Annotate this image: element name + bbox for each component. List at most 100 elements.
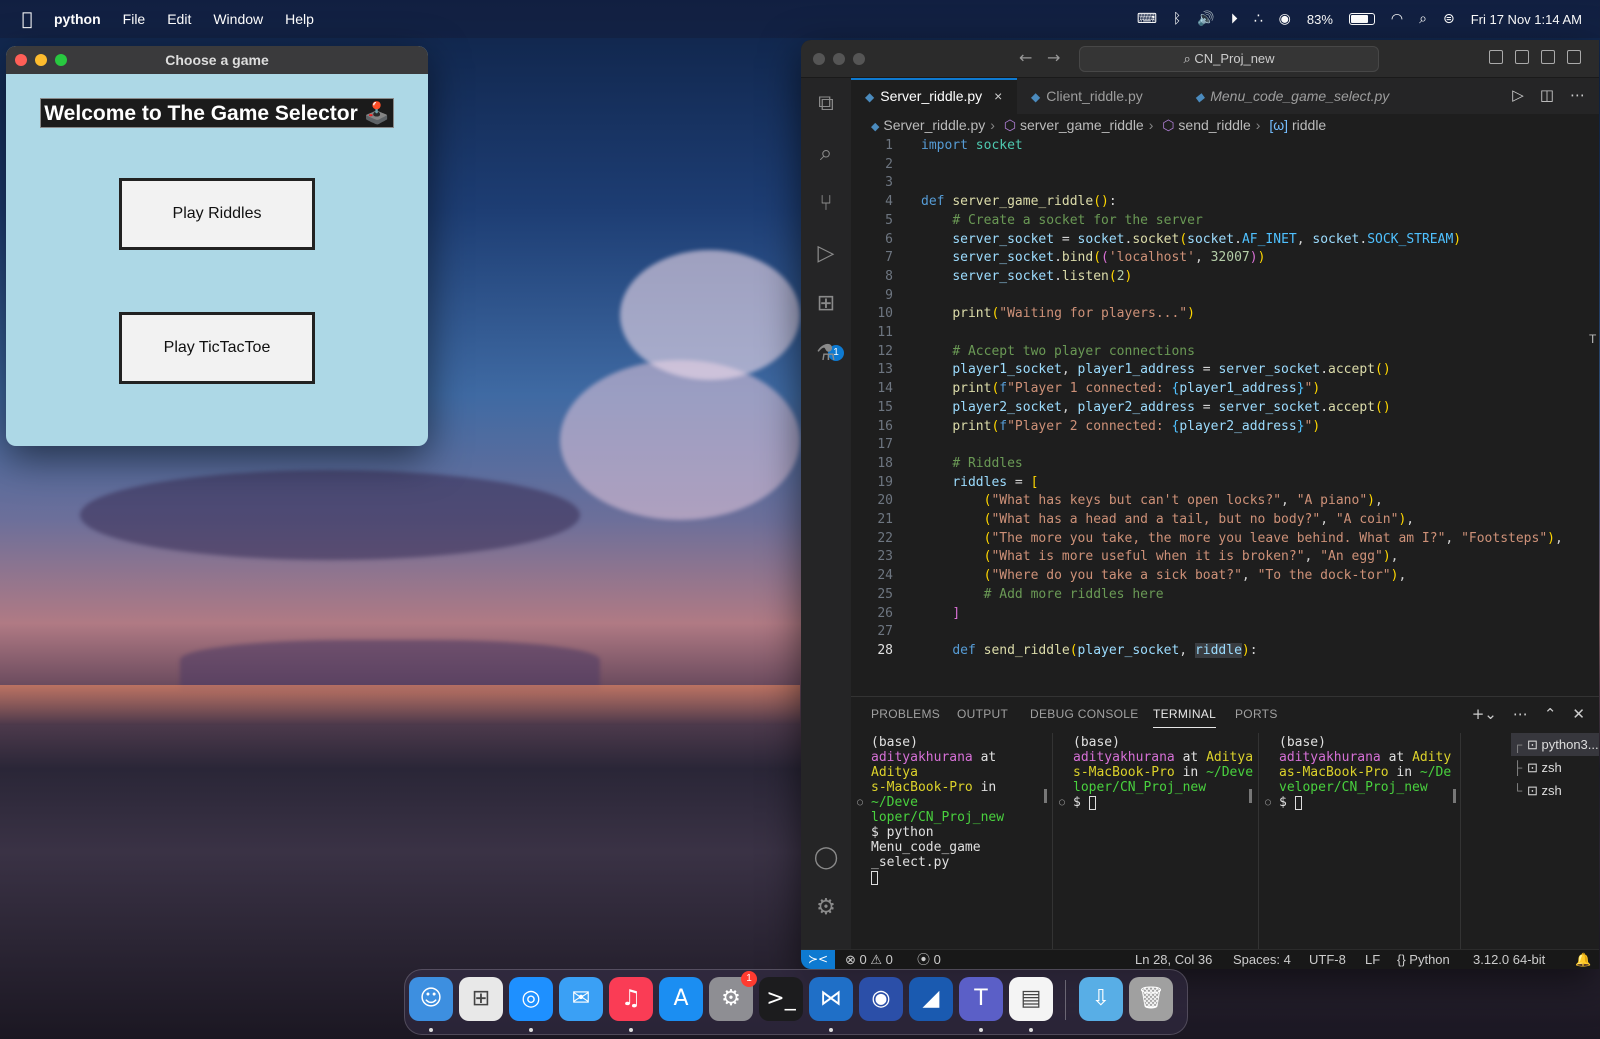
panel-tab-ports[interactable]: PORTS	[1235, 707, 1278, 721]
run-icon[interactable]: ▷	[1512, 86, 1524, 104]
command-center-search[interactable]: ⌕ CN_Proj_new	[1079, 46, 1379, 72]
panel-tab-problems[interactable]: PROBLEMS	[871, 707, 940, 721]
panel-tab-terminal[interactable]: TERMINAL	[1153, 707, 1217, 728]
code-line[interactable]: 4 def server_game_riddle():	[851, 192, 1599, 211]
zoom-window-button[interactable]	[853, 53, 865, 65]
code-line[interactable]: 3	[851, 173, 1599, 192]
encoding[interactable]: UTF-8	[1309, 950, 1346, 969]
language-mode[interactable]: {} Python	[1397, 950, 1450, 969]
launchpad-icon[interactable]: ⊞	[459, 977, 503, 1021]
code-line[interactable]: 11	[851, 323, 1599, 342]
music-icon[interactable]: ♫	[609, 977, 653, 1021]
code-line[interactable]: 28 def send_riddle(player_socket, riddle…	[851, 641, 1599, 660]
menu-help[interactable]: Help	[285, 11, 314, 27]
textedit-icon[interactable]: ▤	[1009, 977, 1053, 1021]
run-debug-icon[interactable]: ▷	[812, 240, 840, 268]
apple-icon[interactable]: 	[0, 9, 54, 30]
menu-app-name[interactable]: python	[54, 11, 101, 27]
back-arrow-icon[interactable]: ←	[1019, 48, 1032, 67]
breadcrumb-inner-function[interactable]: send_riddle	[1178, 117, 1250, 133]
testing-flask-icon[interactable]: ⚗	[812, 340, 840, 368]
close-window-button[interactable]	[15, 54, 27, 66]
play-tictactoe-button[interactable]: Play TicTacToe	[119, 312, 315, 384]
cursor-position[interactable]: Ln 28, Col 36	[1135, 950, 1212, 969]
terminal-list-item[interactable]: └ ⊡ zsh	[1511, 779, 1599, 802]
code-line[interactable]: 6 server_socket = socket.socket(socket.A…	[851, 230, 1599, 249]
code-line[interactable]: 25 # Add more riddles here	[851, 585, 1599, 604]
close-tab-icon[interactable]: ×	[994, 88, 1002, 104]
code-line[interactable]: 15 player2_socket, player2_address = ser…	[851, 398, 1599, 417]
forward-arrow-icon[interactable]: →	[1047, 48, 1060, 67]
code-line[interactable]: 8 server_socket.listen(2)	[851, 267, 1599, 286]
maximize-panel-icon[interactable]: ⌃	[1544, 705, 1557, 723]
indentation[interactable]: Spaces: 4	[1233, 950, 1291, 969]
terminal-pane-2[interactable]: (base) adityakhurana at Aditya s-MacBook-P…	[1053, 733, 1259, 949]
terminal-scrollbar[interactable]	[1249, 789, 1252, 803]
toggle-sidebar-icon[interactable]	[1489, 50, 1503, 64]
code-line[interactable]: 27	[851, 622, 1599, 641]
search-icon[interactable]: ⌕	[1419, 11, 1427, 27]
menu-window[interactable]: Window	[213, 11, 263, 27]
ports-status[interactable]: ⦿ 0	[917, 950, 941, 969]
zoom-window-button[interactable]	[55, 54, 67, 66]
problems-status[interactable]: ⊗ 0 ⚠ 0	[845, 950, 893, 969]
safari-icon[interactable]: ◎	[509, 977, 553, 1021]
toggle-secondary-sidebar-icon[interactable]	[1541, 50, 1555, 64]
customize-layout-icon[interactable]	[1567, 50, 1581, 64]
more-actions-icon[interactable]: ⋯	[1513, 705, 1528, 723]
pycharm-icon[interactable]: ◉	[859, 977, 903, 1021]
app-store-icon[interactable]: A	[659, 977, 703, 1021]
play-riddles-button[interactable]: Play Riddles	[119, 178, 315, 250]
source-control-icon[interactable]: ⑂	[812, 190, 840, 218]
window-title-bar[interactable]: Choose a game	[6, 46, 428, 74]
code-line[interactable]: 9	[851, 286, 1599, 305]
tab-server-riddle[interactable]: ◆ Server_riddle.py ×	[851, 78, 1017, 114]
code-line[interactable]: 7 server_socket.bind(('localhost', 32007…	[851, 248, 1599, 267]
code-line[interactable]: 17	[851, 435, 1599, 454]
bluetooth-icon[interactable]: ᛒ	[1173, 11, 1181, 27]
code-line[interactable]: 18 # Riddles	[851, 454, 1599, 473]
control-center-icon[interactable]: ⊜	[1443, 11, 1455, 27]
code-line[interactable]: 1 import socket	[851, 136, 1599, 155]
minimize-window-button[interactable]	[35, 54, 47, 66]
activity-icon[interactable]: ∴	[1254, 11, 1263, 27]
downloads-icon[interactable]: ⇩	[1079, 977, 1123, 1021]
panel-tab-debug-console[interactable]: DEBUG CONSOLE	[1030, 707, 1139, 721]
remote-indicator-icon[interactable]: ≻<	[801, 950, 835, 969]
tab-client-riddle[interactable]: ◆ Client_riddle.py	[1017, 78, 1181, 114]
terminal-scrollbar[interactable]	[1044, 789, 1047, 803]
battery-icon[interactable]	[1348, 13, 1375, 25]
code-line[interactable]: 14 print(f"Player 1 connected: {player1_…	[851, 379, 1599, 398]
tab-menu-code-game-select[interactable]: ◆ Menu_code_game_select.py	[1181, 78, 1421, 114]
terminal-scrollbar[interactable]	[1453, 789, 1456, 803]
volume-icon[interactable]: 🔊	[1197, 11, 1214, 27]
accounts-icon[interactable]: ◯	[812, 844, 840, 872]
code-line[interactable]: 22 ("The more you take, the more you lea…	[851, 529, 1599, 548]
finder-icon[interactable]: ☺	[409, 977, 453, 1021]
wifi-icon[interactable]: ◠	[1391, 11, 1403, 27]
wireshark-icon[interactable]: ◢	[909, 977, 953, 1021]
terminal-list-item[interactable]: ├ ⊡ zsh	[1511, 756, 1599, 779]
menu-file[interactable]: File	[123, 11, 146, 27]
visual-studio-code-icon[interactable]: ⋈	[809, 977, 853, 1021]
extensions-icon[interactable]: ⊞	[812, 290, 840, 318]
terminal-icon[interactable]: >_	[759, 977, 803, 1021]
close-panel-icon[interactable]: ✕	[1572, 705, 1585, 723]
code-line[interactable]: 26 ]	[851, 604, 1599, 623]
split-editor-icon[interactable]: ◫	[1540, 86, 1554, 104]
code-line[interactable]: 2	[851, 155, 1599, 174]
code-line[interactable]: 20 ("What has keys but can't open locks?…	[851, 491, 1599, 510]
mail-icon[interactable]: ✉	[559, 977, 603, 1021]
clock[interactable]: Fri 17 Nov 1:14 AM	[1471, 12, 1582, 27]
code-line[interactable]: 19 riddles = [	[851, 473, 1599, 492]
python-interpreter[interactable]: 3.12.0 64-bit	[1473, 950, 1545, 969]
teams-icon[interactable]: T	[959, 977, 1003, 1021]
code-line[interactable]: 5 # Create a socket for the server	[851, 211, 1599, 230]
terminal-list-item[interactable]: ┌ ⊡ python3...	[1511, 733, 1599, 756]
keyboard-icon[interactable]: ⌨	[1137, 11, 1157, 27]
code-line[interactable]: 16 print(f"Player 2 connected: {player2_…	[851, 417, 1599, 436]
terminal-pane-1[interactable]: (base) adityakhurana at Aditya s-MacBook-P…	[851, 733, 1053, 949]
code-line[interactable]: 10 print("Waiting for players...")	[851, 304, 1599, 323]
panel-tab-output[interactable]: OUTPUT	[957, 707, 1008, 721]
code-line[interactable]: 13 player1_socket, player1_address = ser…	[851, 360, 1599, 379]
